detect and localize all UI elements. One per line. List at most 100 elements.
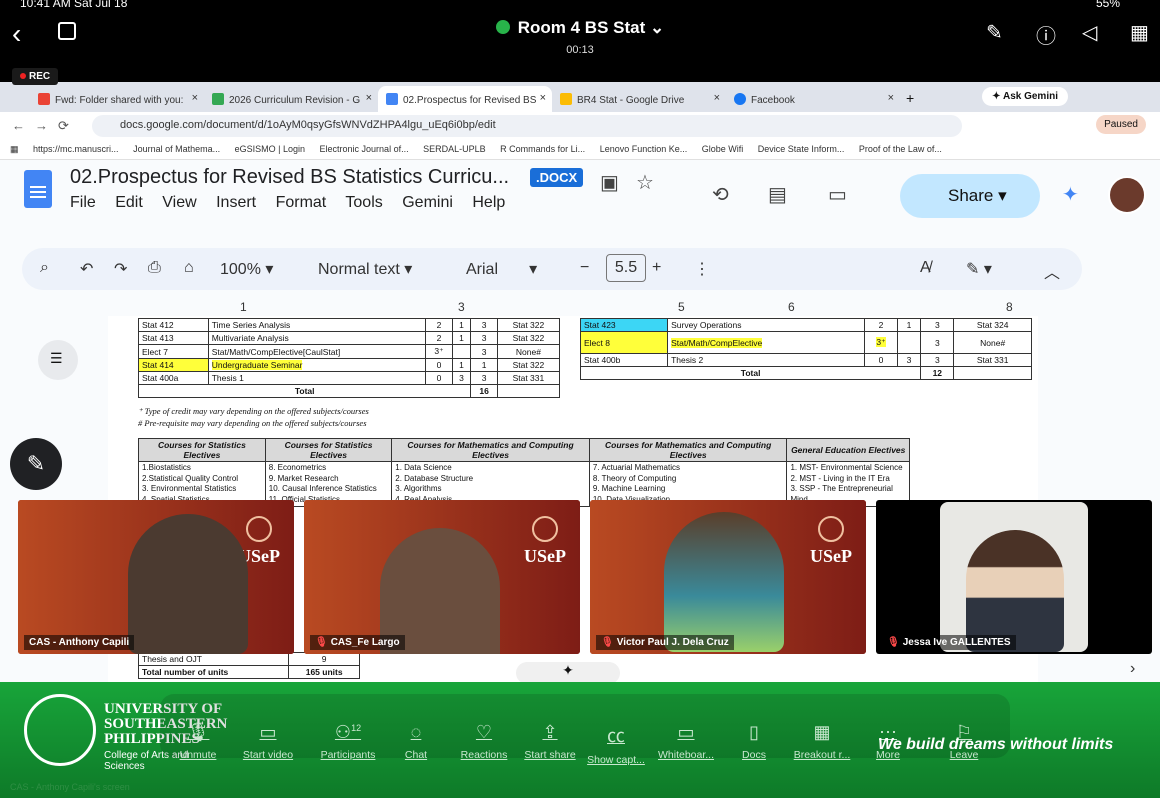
redo-icon[interactable]: ↷ — [114, 259, 127, 279]
more-icon[interactable]: ⋮ — [694, 259, 710, 279]
new-tab-icon[interactable]: + — [906, 90, 914, 106]
gemini-float-button[interactable]: ✦ — [516, 662, 620, 684]
close-icon[interactable]: × — [366, 92, 372, 104]
tab-gmail[interactable]: Fwd: Folder shared with you: × — [30, 86, 204, 112]
search-icon[interactable]: ⌕ — [40, 259, 49, 277]
facebook-icon — [734, 93, 746, 105]
font-size-field[interactable]: 5.5 — [606, 254, 646, 282]
outline-button[interactable]: ☰ — [38, 340, 78, 380]
star-icon[interactable]: ☆ — [636, 170, 654, 195]
bookmark[interactable]: Globe Wifi — [702, 144, 744, 154]
grid-icon[interactable]: ▦ — [1130, 20, 1149, 45]
menu-file[interactable]: File — [70, 194, 96, 211]
whiteboard-button[interactable]: ▭ Whiteboar... — [648, 722, 724, 761]
avatar[interactable] — [1108, 176, 1146, 214]
bookmark[interactable]: Journal of Mathema... — [133, 144, 220, 154]
edit-mode-icon[interactable]: ✎ ▾ — [966, 259, 992, 279]
close-icon[interactable]: × — [714, 92, 720, 104]
comment-icon[interactable]: ▤ — [768, 182, 787, 207]
bookmark[interactable]: SERDAL-UPLB — [423, 144, 486, 154]
bookmark[interactable]: Electronic Journal of... — [320, 144, 409, 154]
video-tile[interactable]: USeP 🎙 CAS_Fe Largo — [304, 500, 580, 654]
chat-button[interactable]: ◌ Chat — [378, 722, 454, 761]
print-icon[interactable]: ⎙ — [148, 259, 161, 277]
reactions-button[interactable]: ♡ Reactions — [446, 722, 522, 761]
highlight: Undergraduate Seminar — [211, 360, 303, 370]
next-page-icon[interactable]: › — [1130, 660, 1135, 678]
captions-button[interactable]: ㏄ Show capt... — [578, 722, 654, 766]
cell: Multivariate Analysis — [207, 331, 427, 345]
zoom-value: 100% — [220, 261, 261, 278]
breakout-button[interactable]: ▦ Breakout r... — [784, 722, 860, 761]
bookmark[interactable]: R Commands for Li... — [500, 144, 585, 154]
decrease-size-button[interactable]: − — [580, 259, 589, 277]
history-icon[interactable]: ⟲ — [712, 182, 729, 207]
bookmark[interactable]: Proof of the Law of... — [859, 144, 942, 154]
profile-paused-button[interactable]: Paused — [1096, 115, 1146, 134]
meet-icon[interactable]: ▭ — [828, 182, 847, 207]
cell: Stat 331 — [496, 371, 561, 385]
paused-label: Paused — [1104, 119, 1138, 130]
url-field[interactable]: docs.google.com/document/d/1oAyM0qsyGfsW… — [92, 115, 962, 137]
tab-curriculum[interactable]: 2026 Curriculum Revision - G × — [204, 86, 378, 112]
menu-help[interactable]: Help — [472, 194, 505, 211]
help-icon[interactable]: ⓘ — [1036, 20, 1056, 49]
spellcheck-icon[interactable]: A̸ — [920, 259, 931, 277]
font-select[interactable]: Arial ▾ — [466, 259, 537, 279]
menu-edit[interactable]: Edit — [115, 194, 143, 211]
start-video-button[interactable]: ▭ Start video — [230, 722, 306, 761]
cell: Stat 413 — [138, 331, 209, 345]
seal-icon — [818, 516, 844, 542]
docs-toolbar: ⌕ ↶ ↷ ⎙ ⌂ 100% ▾ Normal text ▾ Arial ▾ −… — [22, 248, 1082, 290]
unmute-button[interactable]: 🎙 Unmute — [160, 722, 236, 761]
cell: 0 — [425, 358, 453, 372]
style-select[interactable]: Normal text ▾ — [318, 259, 412, 279]
menu-gemini[interactable]: Gemini — [402, 194, 453, 211]
speaker-icon[interactable]: ◁ — [1082, 20, 1097, 45]
folder-icon[interactable]: ▣ — [600, 170, 619, 195]
bookmark[interactable]: eGSISMO | Login — [235, 144, 305, 154]
docs-logo-icon[interactable] — [24, 170, 52, 208]
list-icon: ☰ — [50, 350, 63, 366]
close-icon[interactable]: × — [888, 92, 894, 104]
total-value: 12 — [920, 366, 955, 380]
close-icon[interactable]: × — [192, 92, 198, 104]
bookmark[interactable]: https://mc.manuscri... — [33, 144, 119, 154]
tab-drive[interactable]: BR4 Stat - Google Drive × — [552, 86, 726, 112]
cell: Stat 322 — [496, 358, 561, 372]
menu-format[interactable]: Format — [276, 194, 327, 211]
zoom-select[interactable]: 100% ▾ — [220, 259, 273, 279]
ruler-mark: 1 — [240, 300, 247, 314]
ruler-mark: 6 — [788, 300, 795, 314]
collapse-icon[interactable]: ︿ — [1044, 259, 1060, 283]
menu-insert[interactable]: Insert — [216, 194, 256, 211]
college-line: Sciences — [104, 761, 145, 772]
participants-button[interactable]: ⚇12 Participants — [310, 722, 386, 761]
annotate-pencil-button[interactable]: ✎ — [10, 438, 62, 490]
undo-icon[interactable]: ↶ — [80, 259, 93, 279]
nav-icons[interactable]: ←→⟳ — [12, 118, 79, 134]
gemini-icon[interactable]: ✦ — [1062, 182, 1079, 207]
cell: Stat 322 — [496, 331, 561, 345]
ask-gemini-button[interactable]: ✦ Ask Gemini — [982, 87, 1068, 106]
video-tile[interactable]: USeP 🎙 Victor Paul J. Dela Cruz — [590, 500, 866, 654]
bookmark[interactable]: Lenovo Function Ke... — [600, 144, 688, 154]
magic-wand-icon[interactable]: ✎ — [986, 20, 1003, 45]
docs-button[interactable]: ▯ Docs — [716, 722, 792, 761]
close-icon[interactable]: × — [540, 92, 546, 104]
document-title[interactable]: 02.Prospectus for Revised BS Statistics … — [70, 166, 509, 189]
increase-size-button[interactable]: + — [652, 259, 661, 277]
paint-format-icon[interactable]: ⌂ — [184, 259, 194, 277]
tab-label: 2026 Curriculum Revision - G — [229, 95, 361, 106]
tab-prospectus[interactable]: 02.Prospectus for Revised BS × — [378, 86, 552, 112]
share-button[interactable]: Share ▾ — [900, 174, 1040, 218]
participant-label: Jessa Ive GALLENTES — [902, 637, 1011, 648]
tab-facebook[interactable]: Facebook × — [726, 86, 900, 112]
video-tile[interactable]: 🎙 Jessa Ive GALLENTES — [876, 500, 1152, 654]
menu-view[interactable]: View — [162, 194, 196, 211]
menu-tools[interactable]: Tools — [345, 194, 382, 211]
apps-icon[interactable]: ▦ — [10, 144, 19, 154]
start-share-button[interactable]: ⇪ Start share — [512, 722, 588, 761]
bookmark[interactable]: Device State Inform... — [758, 144, 845, 154]
video-tile[interactable]: USeP CAS - Anthony Capili — [18, 500, 294, 654]
